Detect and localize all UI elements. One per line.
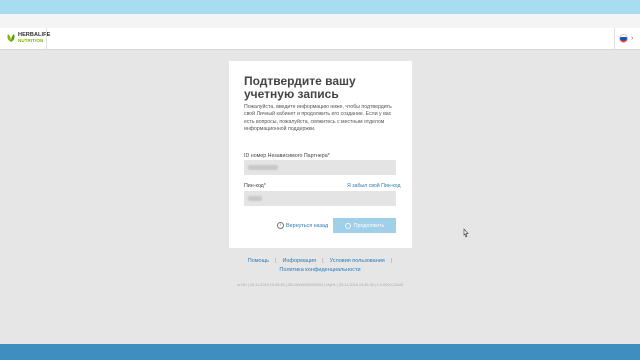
mouse-cursor-icon <box>463 228 469 238</box>
language-selector[interactable]: › <box>619 34 633 43</box>
leaf-logo-icon <box>7 34 15 42</box>
id-number-field[interactable] <box>244 160 396 175</box>
chevron-right-icon: › <box>631 35 634 42</box>
header-divider <box>46 28 47 50</box>
pin-label: Пин-код* <box>244 183 266 189</box>
pin-field[interactable] <box>244 191 396 206</box>
russian-flag-icon <box>619 34 628 43</box>
build-info: ru-RU | 20.11.2016 15:43:35 | ZELAWWWSWE… <box>236 283 404 287</box>
herbalife-logo[interactable]: HERBALIFE NUTRITION <box>6 32 50 43</box>
loading-spinner-icon <box>344 222 351 229</box>
forgot-pin-link[interactable]: Я забыл свой Пин-код <box>347 183 400 189</box>
description-text: Пожалуйста, введите информацию ниже, что… <box>244 104 392 132</box>
bottom-band <box>0 344 640 360</box>
footer-links: Помощь | Информация | Условия пользовани… <box>0 258 640 276</box>
top-band <box>0 0 640 14</box>
site-header: HERBALIFE NUTRITION › <box>0 28 640 50</box>
continue-button[interactable]: Продолжить <box>333 218 396 233</box>
masked-value <box>248 165 278 170</box>
continue-button-label: Продолжить <box>353 222 385 229</box>
back-link[interactable]: ‹ Вернуться назад <box>277 222 328 229</box>
header-divider <box>614 28 615 50</box>
page-title: Подтвердите вашу учетную запись <box>244 74 356 101</box>
footer-link-help[interactable]: Помощь <box>248 258 269 264</box>
footer-separator: | <box>390 258 393 264</box>
footer-link-terms[interactable]: Условия пользования <box>330 258 385 264</box>
back-link-label: Вернуться назад <box>286 222 329 229</box>
masked-value <box>248 196 262 201</box>
id-number-label: ID номер Независимого Партнера* <box>244 153 330 159</box>
back-arrow-icon: ‹ <box>277 222 284 229</box>
footer-link-info[interactable]: Информация <box>282 258 316 264</box>
verify-account-card: Подтвердите вашу учетную запись Пожалуйс… <box>229 61 412 248</box>
top-gap <box>0 14 640 28</box>
footer-separator: | <box>275 258 277 264</box>
footer-link-privacy[interactable]: Политика конфиденциальности <box>279 267 360 273</box>
footer-separator: | <box>322 258 324 264</box>
